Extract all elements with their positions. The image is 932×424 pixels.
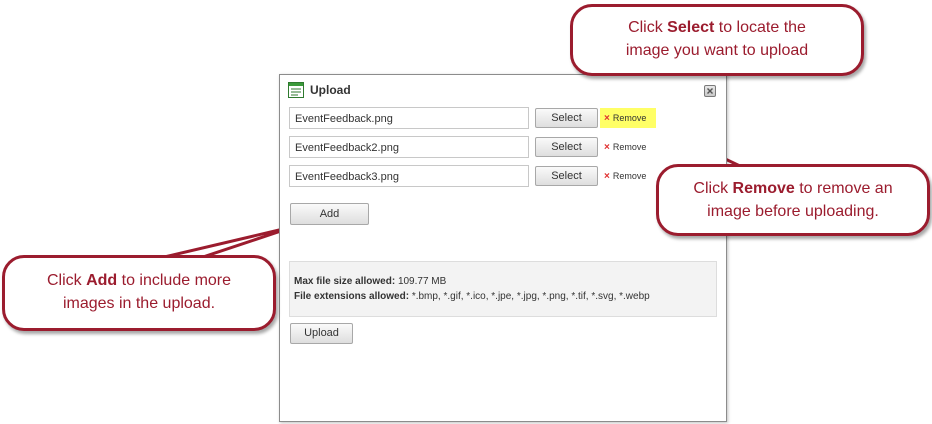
dialog-title: Upload: [310, 83, 351, 97]
callout-text: Click: [628, 19, 668, 36]
window-list-icon: [288, 82, 304, 98]
x-icon: ×: [604, 142, 610, 153]
file-extensions-label: File extensions allowed:: [294, 291, 410, 302]
callout-text: to locate the: [714, 19, 806, 36]
callout-bold-text: Select: [667, 19, 715, 36]
select-button[interactable]: Select: [535, 166, 598, 186]
callout-text: Click: [693, 180, 733, 197]
add-callout-line2: images in the upload.: [62, 295, 216, 312]
select-button[interactable]: Select: [535, 137, 598, 157]
select-callout: Click Select to locate the image you wan…: [570, 4, 864, 76]
callout-text: to remove an: [794, 180, 893, 197]
file-name-field[interactable]: EventFeedback.png: [289, 107, 529, 129]
close-icon[interactable]: [704, 85, 716, 97]
remove-link[interactable]: × Remove: [600, 108, 656, 128]
file-extensions-value: *.bmp, *.gif, *.ico, *.jpe, *.jpg, *.png…: [411, 291, 650, 302]
x-icon: ×: [604, 113, 610, 124]
max-file-size-line: Max file size allowed: 109.77 MB: [294, 276, 716, 291]
remove-label: Remove: [612, 142, 647, 152]
callout-bold-text: Add: [86, 272, 118, 289]
add-button[interactable]: Add: [290, 203, 369, 225]
callout-bold-text: Remove: [732, 180, 795, 197]
max-file-size-value: 109.77 MB: [397, 276, 447, 287]
select-callout-line2: image you want to upload: [625, 42, 809, 59]
add-callout: Click Add to include more images in the …: [2, 255, 276, 331]
remove-callout: Click Remove to remove an image before u…: [656, 164, 930, 236]
file-extensions-line: File extensions allowed: *.bmp, *.gif, *…: [294, 291, 716, 306]
add-callout-line1: Click Add to include more: [5, 269, 273, 292]
file-name-field[interactable]: EventFeedback3.png: [289, 165, 529, 187]
upload-dialog: Upload EventFeedback.png Select × Remove …: [279, 74, 727, 422]
select-callout-line1: Click Select to locate the: [573, 16, 861, 39]
remove-callout-line2: image before uploading.: [707, 203, 879, 220]
upload-button[interactable]: Upload: [290, 323, 353, 344]
upload-info-panel: Max file size allowed: 109.77 MB File ex…: [289, 261, 717, 317]
select-button[interactable]: Select: [535, 108, 598, 128]
max-file-size-label: Max file size allowed:: [294, 276, 396, 287]
remove-label: Remove: [612, 171, 647, 181]
remove-label: Remove: [612, 113, 647, 123]
file-name-field[interactable]: EventFeedback2.png: [289, 136, 529, 158]
callout-text: Click: [46, 272, 87, 289]
add-callout-pointer: [159, 224, 297, 260]
callout-text: to include more: [117, 272, 232, 289]
dialog-titlebar: Upload: [280, 75, 726, 103]
x-icon: ×: [604, 171, 610, 182]
remove-callout-line1: Click Remove to remove an: [659, 177, 927, 200]
remove-link[interactable]: × Remove: [600, 166, 650, 186]
remove-link[interactable]: × Remove: [600, 137, 650, 157]
